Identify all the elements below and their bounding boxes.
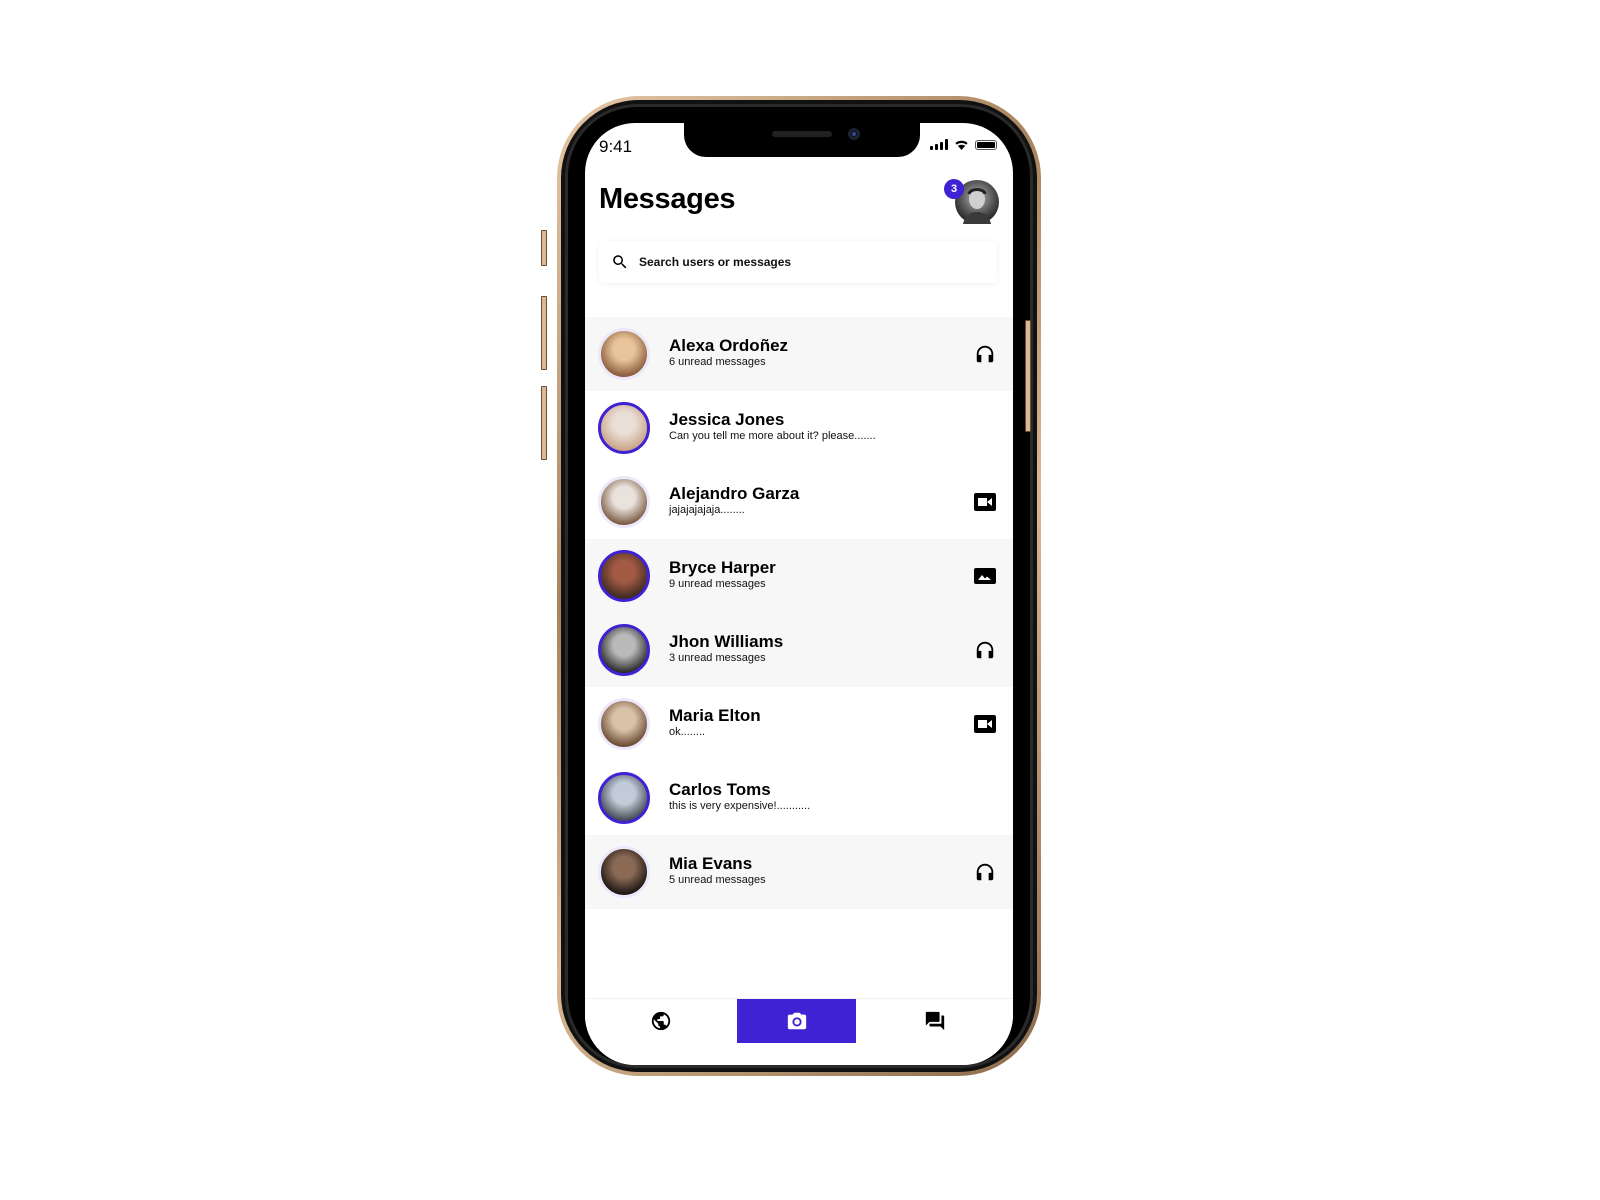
tab-chats[interactable] [856,999,1013,1043]
conversation-item[interactable]: Carlos Toms this is very expensive!......… [585,761,1013,835]
avatar[interactable] [598,550,650,602]
conversation-item[interactable]: Alejandro Garza jajajajajaja........ [585,465,1013,539]
conversation-item[interactable]: Mia Evans 5 unread messages [585,835,1013,909]
avatar[interactable] [598,402,650,454]
conversation-info: Maria Elton ok........ [669,707,761,739]
conversation-info: Bryce Harper 9 unread messages [669,559,776,591]
conversation-info: Mia Evans 5 unread messages [669,855,766,887]
conversation-info: Jhon Williams 3 unread messages [669,633,783,665]
avatar[interactable] [598,846,650,898]
video-icon[interactable] [973,490,997,514]
battery-icon [975,139,997,150]
status-time: 9:41 [599,137,633,156]
notch [684,123,920,157]
contact-name: Alexa Ordoñez [669,336,789,355]
message-preview: ok........ [669,726,706,738]
page-title: Messages [599,183,736,215]
camera-icon [787,1012,806,1030]
search-input[interactable] [637,254,961,270]
avatar[interactable] [598,328,650,380]
notification-badge: 3 [944,179,964,199]
message-preview: 3 unread messages [669,652,766,664]
globe-icon [651,1011,671,1031]
tab-camera[interactable] [737,999,856,1043]
message-preview: 5 unread messages [669,874,766,886]
contact-name: Jhon Williams [669,632,784,651]
message-preview: 6 unread messages [669,356,766,368]
tab-explore[interactable] [585,999,737,1043]
conversation-list: Alexa Ordoñez 6 unread messages Jessica Jo… [585,317,1013,909]
power-button [1025,320,1031,432]
search-bar[interactable] [599,241,997,283]
contact-name: Jessica Jones [669,410,785,429]
avatar[interactable] [598,772,650,824]
earpiece-speaker [772,131,832,137]
conversation-info: Carlos Toms this is very expensive!......… [669,781,810,813]
status-icons [930,139,997,150]
conversation-item[interactable]: Jhon Williams 3 unread messages [585,613,1013,687]
wifi-icon [955,140,968,150]
app-screen: 9:41 Messages 3 Alexa Ordoñez6 unread me… [585,123,1013,1065]
mute-switch [541,230,547,266]
bottom-tab-bar [585,998,1013,1065]
avatar[interactable] [598,476,650,528]
conversation-info: Jessica Jones Can you tell me more about … [669,411,876,443]
contact-name: Bryce Harper [669,558,776,577]
conversation-item[interactable]: Alexa Ordoñez 6 unread messages [585,317,1013,391]
message-preview: this is very expensive!........... [669,800,811,812]
avatar[interactable] [598,624,650,676]
contact-name: Mia Evans [669,854,753,873]
contact-name: Maria Elton [669,706,761,725]
conversation-info: Alejandro Garza jajajajajaja........ [669,485,799,517]
volume-down-button [541,386,547,460]
image-icon[interactable] [973,564,997,588]
conversation-info: Alexa Ordoñez 6 unread messages [669,337,788,369]
video-icon[interactable] [973,712,997,736]
conversation-item[interactable]: Maria Elton ok........ [585,687,1013,761]
conversation-item[interactable]: Jessica Jones Can you tell me more about … [585,391,1013,465]
message-preview: Can you tell me more about it? please...… [669,430,876,442]
headphones-icon[interactable] [973,638,997,662]
headphones-icon[interactable] [973,860,997,884]
message-preview: 9 unread messages [669,578,766,590]
headphones-icon[interactable] [973,342,997,366]
contact-name: Alejandro Garza [669,484,800,503]
contact-name: Carlos Toms [669,780,771,799]
front-camera [848,128,860,140]
conversation-item[interactable]: Bryce Harper 9 unread messages [585,539,1013,613]
search-icon [613,255,627,269]
avatar[interactable] [598,698,650,750]
volume-up-button [541,296,547,370]
cellular-signal-icon [930,139,948,150]
message-preview: jajajajajaja........ [669,504,745,516]
chat-icon [925,1011,944,1031]
